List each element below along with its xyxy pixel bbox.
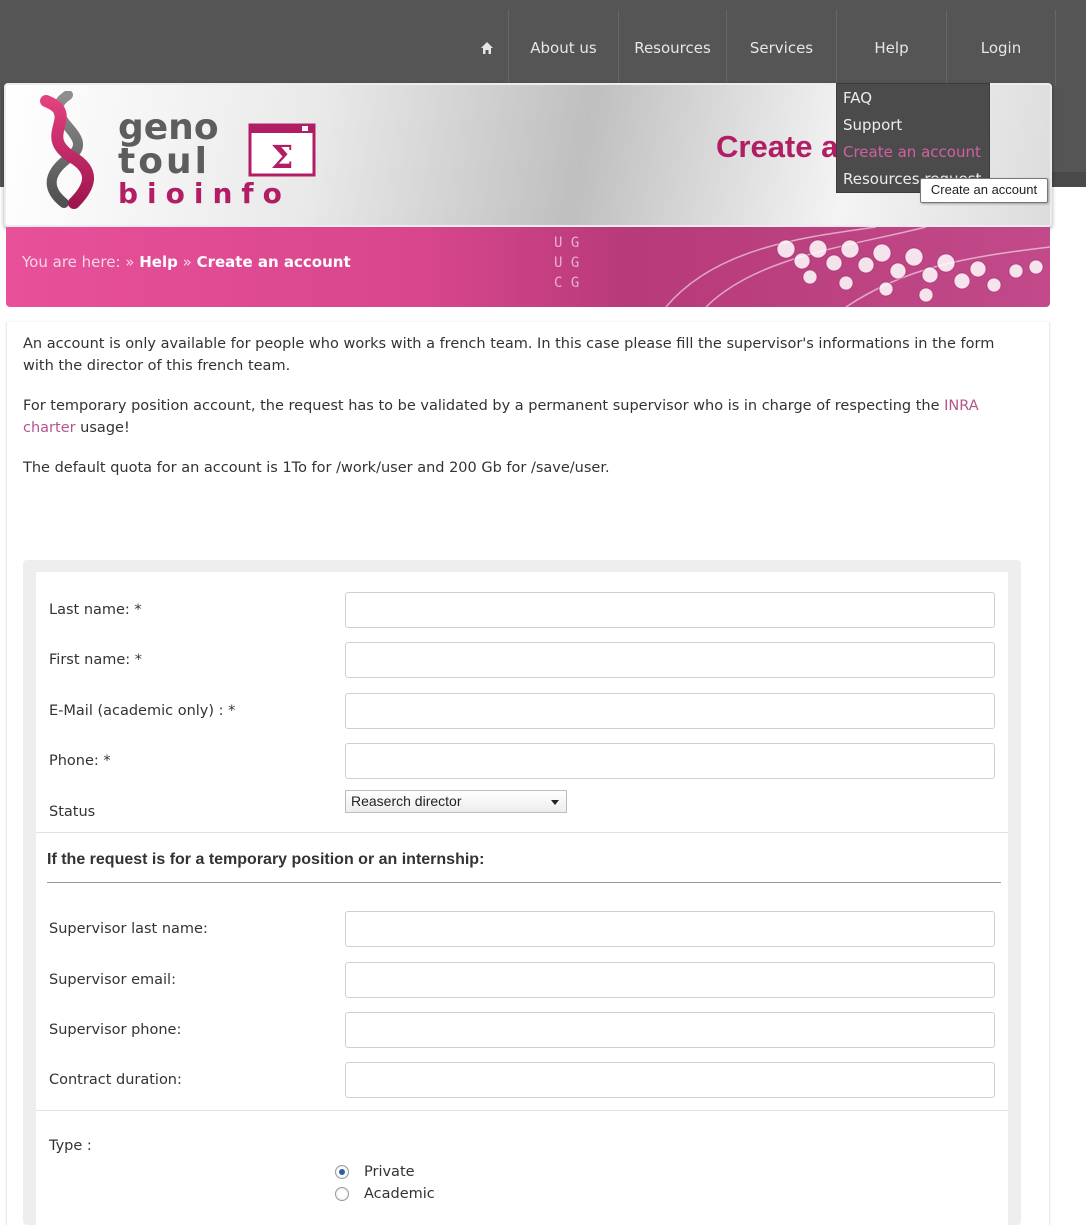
supervisor-email-label: Supervisor email: [49,972,176,988]
status-select-value: Reaserch director [351,793,462,809]
home-icon [481,42,493,54]
academic-radio-label: Academic [364,1186,435,1202]
nav-resources[interactable]: Resources [618,10,726,86]
first-name-row: First name: * [36,638,1008,688]
last-name-row: Last name: * [36,588,1008,638]
menu-item-create-account[interactable]: Create an account [837,141,989,168]
breadcrumb-separator: » [182,253,192,271]
phone-row: Phone: * [36,739,1008,789]
help-dropdown-menu: FAQ Support Create an account Resources … [836,83,990,193]
intro-paragraph-2: For temporary position account, the requ… [23,398,979,436]
account-form-container: Last name: * First name: * E-Mail (acade… [23,560,1021,1225]
dna-decoration-image: U G U G C G [554,227,1050,307]
menu-item-support[interactable]: Support [837,114,989,141]
section-rule [47,882,1001,883]
private-radio-label: Private [364,1164,415,1180]
supervisor-last-name-input[interactable] [345,911,995,947]
breadcrumb: You are here: » Help » Create an account [22,253,351,271]
nav-home[interactable] [466,10,508,86]
phone-input[interactable] [345,743,995,779]
svg-text:C G: C G [554,275,579,291]
private-radio[interactable] [335,1165,349,1179]
first-name-input[interactable] [345,642,995,678]
main-content: An account is only available for people … [6,322,1050,1225]
nav-about-us[interactable]: About us [508,10,618,86]
breadcrumb-current: Create an account [196,253,351,271]
breadcrumb-banner: U G U G C G You are here: » Help » Creat… [6,227,1050,307]
email-label: E-Mail (academic only) : * [49,703,236,719]
email-row: E-Mail (academic only) : * [36,689,1008,739]
svg-text:U G: U G [554,235,579,251]
supervisor-phone-label: Supervisor phone: [49,1022,182,1038]
temporary-position-heading: If the request is for a temporary positi… [47,851,485,868]
type-option-academic[interactable]: Academic [335,1183,435,1205]
intro-paragraph-3: The default quota for an account is 1To … [23,460,610,476]
breadcrumb-prefix: You are here: » [22,253,135,271]
last-name-input[interactable] [345,592,995,628]
phone-label: Phone: * [49,753,111,769]
nav-login[interactable]: Login [946,10,1056,86]
contract-duration-label: Contract duration: [49,1072,182,1088]
nav-services[interactable]: Services [726,10,836,86]
dropdown-arrow-icon [551,800,559,805]
svg-text:bioinfo: bioinfo [118,177,291,210]
supervisor-last-name-label: Supervisor last name: [49,921,208,937]
type-option-private[interactable]: Private [335,1161,415,1183]
tooltip: Create an account [920,178,1048,203]
breadcrumb-link-help[interactable]: Help [139,253,178,271]
contract-duration-input[interactable] [345,1062,995,1098]
supervisor-phone-row: Supervisor phone: [36,1008,1008,1058]
supervisor-email-row: Supervisor email: [36,958,1008,1008]
status-select[interactable]: Reaserch director [345,790,567,813]
status-label: Status [49,804,96,820]
svg-text:Σ: Σ [271,138,294,176]
main-nav: About us Resources Services Help Login [466,10,1056,86]
last-name-label: Last name: * [49,602,142,618]
account-form: Last name: * First name: * E-Mail (acade… [36,572,1008,1225]
svg-text:U G: U G [554,255,579,271]
first-name-label: First name: * [49,652,142,668]
genotoul-bioinfo-logo[interactable]: geno toul bioinfo Σ [30,91,330,211]
academic-radio[interactable] [335,1187,349,1201]
type-label: Type : [49,1138,92,1154]
section-divider [36,832,1008,833]
svg-text:toul: toul [118,141,210,182]
menu-item-faq[interactable]: FAQ [837,87,989,114]
nav-help[interactable]: Help [836,10,946,86]
supervisor-phone-input[interactable] [345,1012,995,1048]
contract-duration-row: Contract duration: [36,1058,1008,1108]
intro-paragraph-1: An account is only available for people … [23,336,995,374]
supervisor-email-input[interactable] [345,962,995,998]
section-divider [36,1110,1008,1111]
type-row: Type : [36,1124,1008,1174]
email-input[interactable] [345,693,995,729]
supervisor-last-name-row: Supervisor last name: [36,907,1008,957]
